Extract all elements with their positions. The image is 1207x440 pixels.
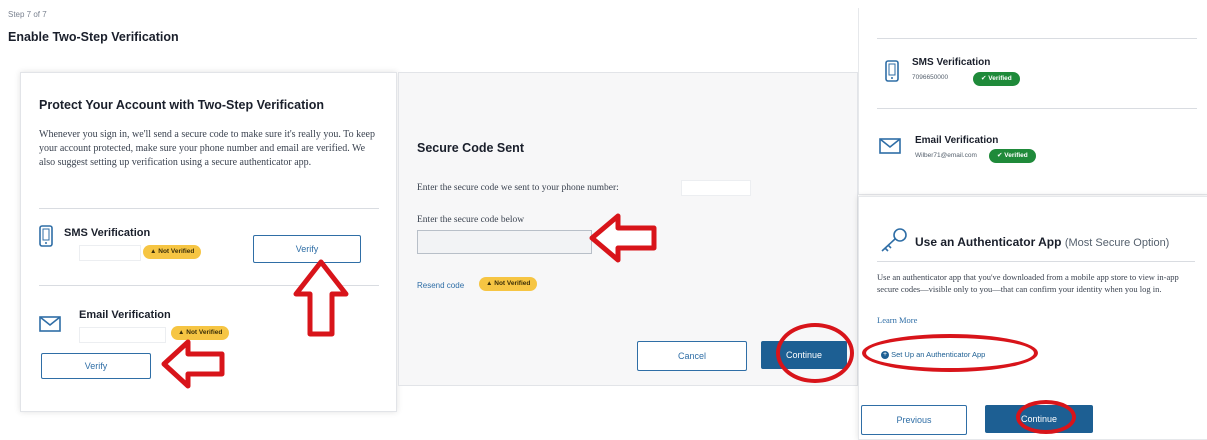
cancel-button[interactable]: Cancel (637, 341, 747, 371)
badge-label: Not Verified (158, 248, 195, 255)
status-badge: ▲ Not Verified (143, 245, 202, 259)
authenticator-description: Use an authenticator app that you've dow… (877, 272, 1179, 294)
warning-icon: ▲ (178, 329, 185, 336)
previous-button[interactable]: Previous (861, 405, 967, 435)
warning-icon: ▲ (150, 248, 157, 255)
badge-label: Verified (988, 75, 1012, 82)
panel-heading: Protect Your Account with Two-Step Verif… (39, 98, 324, 112)
page-title: Enable Two-Step Verification (8, 30, 179, 44)
learn-more-link[interactable]: Learn More (877, 315, 917, 325)
envelope-icon (39, 316, 61, 337)
key-icon (879, 227, 909, 258)
badge-label: Verified (1004, 152, 1028, 159)
phone-number-display (681, 180, 751, 196)
divider (877, 108, 1197, 109)
annotation-circle (862, 334, 1038, 372)
status-badge: ✔ Verified (973, 72, 1020, 86)
panel-description: Whenever you sign in, we'll send a secur… (39, 129, 375, 168)
phone-number-value: 7096650000 (912, 74, 949, 81)
divider (877, 261, 1195, 262)
phone-icon (885, 60, 899, 87)
phone-number-field (79, 245, 141, 261)
verified-methods-panel: SMS Verification 7096650000 ✔ Verified E… (858, 8, 1207, 195)
badge-label: Not Verified (186, 329, 223, 336)
warning-icon: ▲ (486, 280, 493, 287)
check-icon: ✔ (981, 75, 987, 82)
annotation-circle (776, 323, 854, 383)
resend-code-link[interactable]: Resend code (417, 281, 464, 290)
code-sent-text: Enter the secure code we sent to your ph… (417, 183, 619, 193)
auth-title-text: Use an Authenticator App (915, 235, 1062, 249)
divider (877, 38, 1197, 39)
email-field (79, 327, 166, 343)
annotation-circle (1016, 400, 1076, 434)
email-verification-label: Email Verification (79, 309, 171, 321)
code-input-label: Enter the secure code below (417, 215, 525, 225)
annotation-arrow-left-icon (161, 339, 225, 389)
badge-label: Not Verified (494, 280, 531, 287)
annotation-arrow-left-icon (589, 213, 657, 263)
auth-title-note: (Most Secure Option) (1064, 237, 1170, 249)
email-verify-button[interactable]: Verify (41, 353, 151, 379)
step-indicator: Step 7 of 7 (8, 10, 47, 19)
divider (39, 208, 379, 209)
email-verification-label: Email Verification (915, 135, 999, 146)
annotation-arrow-up-icon (293, 259, 349, 337)
sms-verification-label: SMS Verification (912, 57, 991, 68)
panel-heading: Secure Code Sent (417, 141, 524, 155)
authenticator-title: Use an Authenticator App (Most Secure Op… (915, 235, 1169, 249)
email-value: Wilber71@email.com (915, 152, 977, 159)
check-icon: ✔ (997, 152, 1003, 159)
envelope-icon (879, 138, 901, 159)
phone-icon (39, 225, 53, 252)
sms-verification-label: SMS Verification (64, 227, 151, 239)
status-badge: ▲ Not Verified (479, 277, 538, 291)
status-badge: ✔ Verified (989, 149, 1036, 163)
secure-code-input[interactable] (417, 230, 592, 254)
